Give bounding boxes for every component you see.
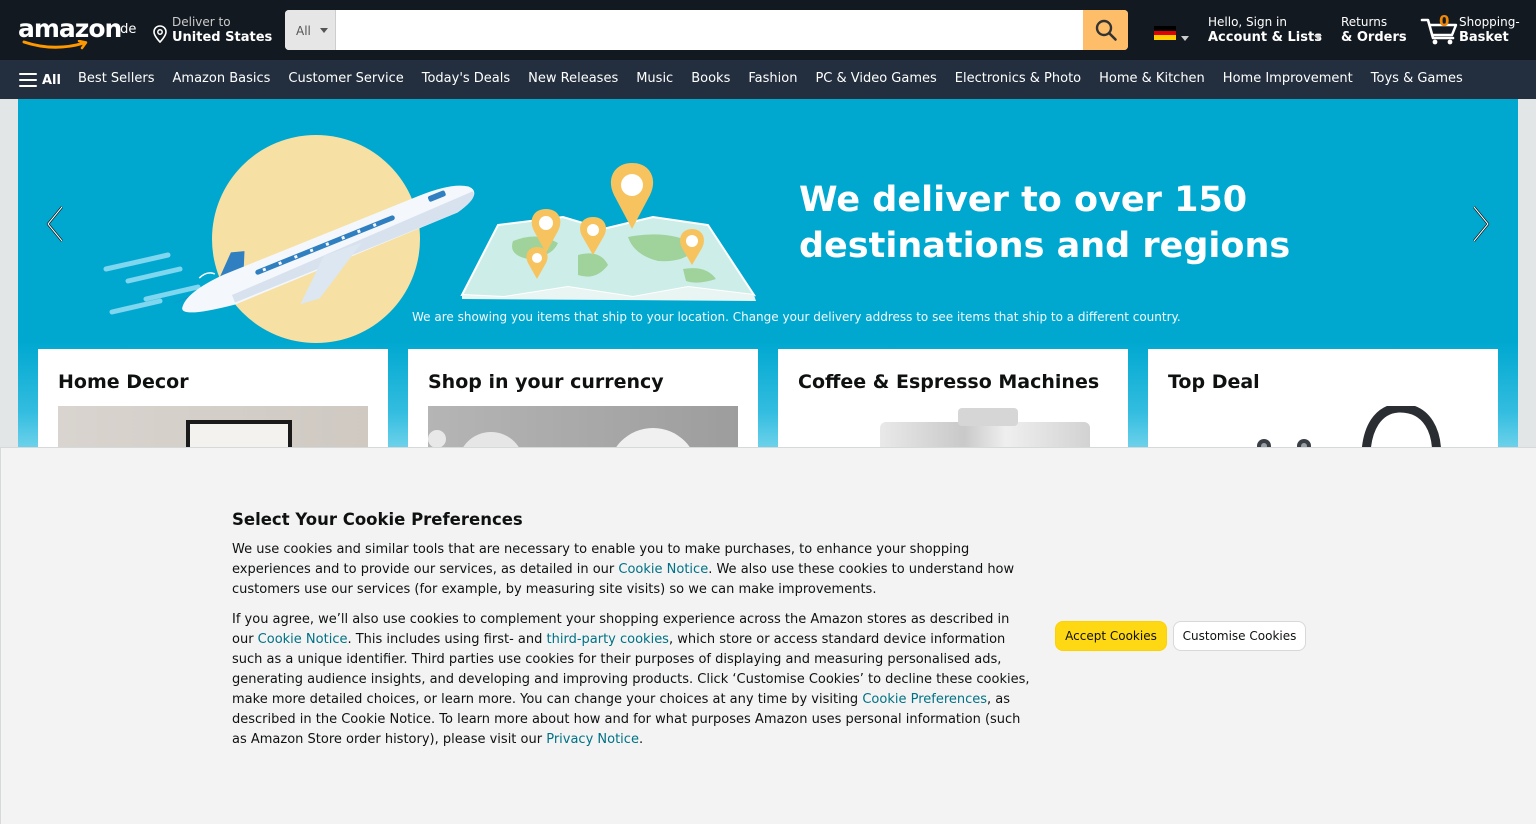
nav-link-fashion[interactable]: Fashion — [748, 71, 797, 86]
hero-headline-line1: We deliver to over 150 — [799, 180, 1248, 220]
nav-link-home-kitchen[interactable]: Home & Kitchen — [1099, 71, 1205, 86]
card-title: Coffee & Espresso Machines — [798, 371, 1100, 393]
cookie-consent-banner: Select Your Cookie Preferences We use co… — [0, 447, 1536, 824]
chevron-down-icon — [1314, 35, 1322, 40]
card-title: Top Deal — [1168, 371, 1260, 393]
basket-label-line2: Basket — [1459, 30, 1509, 45]
deliver-location: United States — [172, 30, 273, 45]
nav-link-books[interactable]: Books — [691, 71, 730, 86]
all-menu-label: All — [42, 72, 61, 88]
hero-carousel: We deliver to over 150 destinations and … — [18, 99, 1518, 447]
card-shop-in-currency[interactable]: Shop in your currency — [408, 349, 758, 447]
card-title: Shop in your currency — [428, 371, 664, 393]
search-bar: All — [285, 10, 1128, 50]
nav-link-electronics-photo[interactable]: Electronics & Photo — [955, 71, 1081, 86]
nav-link-todays-deals[interactable]: Today's Deals — [422, 71, 510, 86]
account-label: Account & Lists — [1208, 30, 1322, 45]
hamburger-menu-icon — [19, 73, 37, 87]
cookie-notice-link[interactable]: Cookie Notice — [258, 632, 348, 647]
shopping-basket-button[interactable]: 0 Shopping- Basket — [1420, 10, 1525, 50]
search-department-label: All — [296, 24, 311, 38]
hero-shipping-note: We are showing you items that ship to yo… — [412, 310, 1181, 324]
headphones-image — [1168, 406, 1478, 447]
logo-wordmark: amazon — [18, 14, 122, 43]
smile-arrow-icon — [22, 40, 88, 50]
world-map-pins-illustration — [460, 163, 757, 301]
orders-label: & Orders — [1341, 30, 1407, 45]
coffee-machine-image — [798, 406, 1108, 447]
account-greeting: Hello, Sign in — [1208, 15, 1287, 29]
basket-label-line1: Shopping- — [1459, 15, 1520, 29]
deliver-to-label: Deliver to — [172, 15, 231, 29]
third-party-cookies-link[interactable]: third-party cookies — [547, 632, 669, 647]
customise-cookies-button[interactable]: Customise Cookies — [1173, 621, 1306, 651]
carousel-prev-button[interactable] — [40, 204, 70, 244]
cookie-text: . — [638, 732, 644, 747]
card-title: Home Decor — [58, 371, 189, 393]
basket-count: 0 — [1439, 12, 1450, 30]
search-submit-button[interactable] — [1083, 10, 1128, 50]
nav-link-music[interactable]: Music — [636, 71, 673, 86]
card-home-decor[interactable]: Home Decor — [38, 349, 388, 447]
account-lists-menu[interactable]: Hello, Sign in Account & Lists — [1208, 14, 1328, 48]
hero-headline-line2: destinations and regions — [799, 226, 1291, 266]
all-menu-button[interactable]: All — [19, 70, 61, 90]
nav-link-toys-games[interactable]: Toys & Games — [1371, 71, 1463, 86]
chevron-down-icon — [320, 28, 328, 33]
search-icon — [1095, 19, 1117, 41]
nav-link-best-sellers[interactable]: Best Sellers — [78, 71, 155, 86]
language-selector[interactable] — [1152, 24, 1192, 44]
amazon-logo[interactable]: amazon .de — [18, 14, 137, 50]
location-pin-icon — [153, 25, 167, 43]
search-department-select[interactable]: All — [285, 10, 336, 50]
returns-orders-link[interactable]: Returns & Orders — [1341, 14, 1407, 48]
chevron-down-icon — [1181, 36, 1189, 41]
category-navigation-bar: All Best Sellers Amazon Basics Customer … — [0, 60, 1536, 99]
hero-headline: We deliver to over 150 destinations and … — [799, 177, 1319, 269]
currency-image — [428, 406, 738, 447]
nav-link-amazon-basics[interactable]: Amazon Basics — [173, 71, 271, 86]
cookie-notice-link[interactable]: Cookie Notice — [618, 562, 708, 577]
deliver-to-location[interactable]: Deliver to United States — [152, 14, 272, 48]
accept-cookies-button[interactable]: Accept Cookies — [1055, 621, 1167, 651]
category-links: Best Sellers Amazon Basics Customer Serv… — [78, 71, 1463, 86]
card-coffee-espresso[interactable]: Coffee & Espresso Machines — [778, 349, 1128, 447]
search-input[interactable] — [337, 10, 1083, 50]
germany-flag-icon — [1154, 26, 1176, 40]
cookie-preferences-link[interactable]: Cookie Preferences — [862, 692, 987, 707]
cookie-paragraph-1: We use cookies and similar tools that ar… — [232, 540, 1032, 600]
nav-link-pc-video-games[interactable]: PC & Video Games — [815, 71, 936, 86]
returns-label: Returns — [1341, 15, 1388, 29]
nav-link-customer-service[interactable]: Customer Service — [288, 71, 403, 86]
cookie-text: . This includes using first- and — [347, 632, 547, 647]
home-decor-image — [58, 406, 368, 447]
card-top-deal[interactable]: Top Deal — [1148, 349, 1498, 447]
nav-link-new-releases[interactable]: New Releases — [528, 71, 618, 86]
logo-domain: .de — [116, 22, 137, 37]
nav-link-home-improvement[interactable]: Home Improvement — [1223, 71, 1353, 86]
top-navigation-bar: amazon .de Deliver to United States All — [0, 0, 1536, 60]
carousel-next-button[interactable] — [1466, 204, 1496, 244]
cookie-title: Select Your Cookie Preferences — [232, 510, 523, 529]
privacy-notice-link[interactable]: Privacy Notice — [546, 732, 639, 747]
cookie-paragraph-2: If you agree, we’ll also use cookies to … — [232, 610, 1032, 750]
